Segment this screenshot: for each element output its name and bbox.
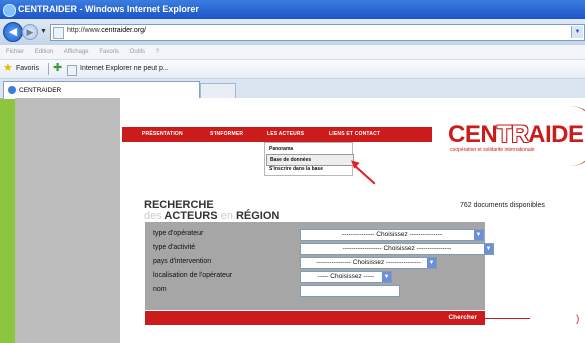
page-icon: [53, 27, 64, 39]
page-viewport: PRÉSENTATION S'INFORMER LES ACTEURS LIEN…: [15, 98, 585, 343]
select-type-activite[interactable]: ------------------ Choisissez ----------…: [300, 243, 494, 255]
main-nav: PRÉSENTATION S'INFORMER LES ACTEURS LIEN…: [122, 127, 432, 142]
logo-subtitle: coopération et solidarité internationale: [450, 147, 535, 153]
history-dropdown-icon[interactable]: ▼: [40, 28, 47, 35]
forward-button[interactable]: ▶: [22, 24, 38, 40]
label-type-activite: type d'activité: [153, 244, 196, 251]
select-pays-intervention[interactable]: ---------------- Choisissez ------------…: [300, 257, 437, 269]
select-type-operateur[interactable]: --------------- Choisissez -------------…: [300, 229, 484, 241]
menu-item-panorama[interactable]: Panorama: [266, 144, 352, 154]
ie-logo-icon: [3, 4, 16, 17]
tab-label: CENTRAIDER: [19, 87, 62, 94]
nav-sinformer[interactable]: S'INFORMER: [210, 127, 243, 142]
address-url: http://www.centraider.org/: [67, 27, 146, 34]
menu-tools[interactable]: Outils: [130, 49, 145, 55]
tab-centraider[interactable]: CENTRAIDER: [3, 81, 200, 99]
search-region: RÉGION: [235, 210, 280, 222]
window-title: CENTRAIDER - Windows Internet Explorer: [18, 4, 199, 14]
nav-les-acteurs[interactable]: LES ACTEURS: [267, 127, 304, 142]
search-form: type d'opérateur --------------- Choisis…: [145, 222, 494, 310]
label-pays-intervention: pays d'intervention: [153, 258, 212, 265]
select-value: --------------- Choisissez -------------…: [342, 231, 442, 238]
select-localisation[interactable]: ----- Choisissez ----- ▼: [300, 271, 392, 283]
select-value: ---------------- Choisissez ------------…: [316, 259, 421, 266]
search-prefix: des: [144, 210, 162, 222]
address-dropdown-icon[interactable]: ▼: [571, 26, 583, 38]
divider: [48, 63, 49, 75]
url-prefix: http://www.: [67, 27, 102, 34]
search-subtitle: des ACTEURS en RÉGION: [144, 210, 279, 222]
url-host: centraider.org/: [101, 27, 146, 34]
title-bar: CENTRAIDER - Windows Internet Explorer: [0, 0, 585, 19]
web-page: PRÉSENTATION S'INFORMER LES ACTEURS LIEN…: [120, 98, 585, 343]
back-button[interactable]: ◀: [3, 22, 23, 42]
favorite-link[interactable]: Internet Explorer ne peut p...: [80, 60, 169, 78]
decorative-paren: ): [576, 314, 580, 325]
page-icon: [67, 65, 77, 76]
select-value: ------------------ Choisissez ----------…: [342, 245, 452, 252]
red-arrow-shaft: [353, 164, 376, 185]
label-type-operateur: type d'opérateur: [153, 230, 204, 237]
search-submit-button[interactable]: Chercher: [448, 311, 477, 325]
chevron-down-icon[interactable]: ▼: [484, 244, 493, 254]
logo-part-1: CEN: [448, 121, 498, 148]
favorites-button[interactable]: Favoris: [16, 60, 39, 78]
menu-item-sinscrire[interactable]: S'inscrire dans la base: [266, 164, 352, 174]
label-localisation: localisation de l'opérateur: [153, 272, 233, 279]
decorative-line: [485, 318, 530, 319]
menu-help[interactable]: ?: [156, 49, 159, 55]
chevron-down-icon[interactable]: ▼: [474, 230, 483, 240]
chevron-down-icon[interactable]: ▼: [382, 272, 391, 282]
menu-edit[interactable]: Edition: [35, 49, 53, 55]
star-icon[interactable]: ★: [3, 63, 13, 74]
document-count: 762 documents disponibles: [460, 202, 545, 209]
nav-presentation[interactable]: PRÉSENTATION: [142, 127, 183, 142]
new-tab-button[interactable]: [200, 83, 236, 98]
browser-window: CENTRAIDER - Windows Internet Explorer ◀…: [0, 0, 585, 343]
select-value: ----- Choisissez -----: [317, 273, 375, 280]
tab-bar: CENTRAIDER: [0, 79, 585, 99]
acteurs-dropdown-menu: Panorama Base de données S'inscrire dans…: [264, 142, 354, 176]
menu-favorites[interactable]: Favoris: [99, 49, 119, 55]
add-favorite-icon[interactable]: ✚: [53, 62, 62, 75]
address-toolbar: ◀ ▶ ▼ http://www.centraider.org/ ▼: [0, 19, 585, 46]
ie-page-icon: [8, 86, 16, 94]
menu-file[interactable]: Fichier: [6, 49, 24, 55]
menu-view[interactable]: Affichage: [64, 49, 89, 55]
label-nom: nom: [153, 286, 167, 293]
search-en: en: [220, 210, 233, 222]
logo-part-2: TR: [497, 121, 529, 148]
menu-bar: Fichier Edition Affichage Favoris Outils…: [0, 45, 585, 60]
chevron-down-icon[interactable]: ▼: [427, 258, 436, 268]
address-field[interactable]: http://www.centraider.org/ ▼: [50, 24, 585, 41]
search-acteurs: ACTEURS: [164, 210, 218, 222]
input-nom[interactable]: [300, 285, 400, 297]
logo-part-3: AIDER: [528, 121, 585, 148]
nav-liens-contact[interactable]: LIENS ET CONTACT: [329, 127, 380, 142]
favorites-bar: ★ Favoris ✚ Internet Explorer ne peut p.…: [0, 60, 585, 79]
submit-bar: Chercher: [145, 311, 485, 325]
centraider-logo[interactable]: CENTRAIDER: [448, 122, 585, 148]
